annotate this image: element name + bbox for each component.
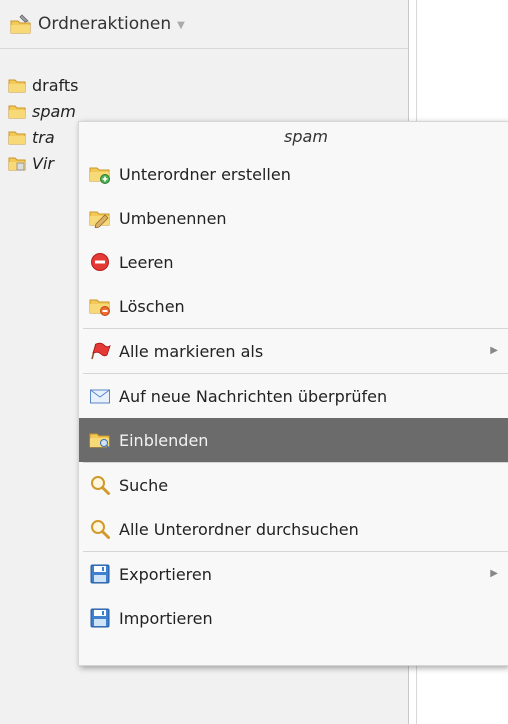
folder-actions-header[interactable]: Ordneraktionen ▼ xyxy=(0,0,408,48)
folder-add-icon xyxy=(89,164,111,184)
menu-item-label: Löschen xyxy=(119,296,185,316)
menu-item-export[interactable]: Exportieren ▶ xyxy=(79,552,508,596)
folder-label: drafts xyxy=(32,75,79,95)
chevron-down-icon: ▼ xyxy=(177,19,185,31)
folder-icon xyxy=(8,77,26,93)
menu-item-import[interactable]: Importieren xyxy=(79,596,508,640)
folder-actions-icon xyxy=(10,13,32,35)
folder-list: drafts spam tra Vir xyxy=(8,72,79,176)
menu-item-label: Importieren xyxy=(119,608,213,628)
folder-view-icon xyxy=(89,430,111,450)
menu-item-label: Umbenennen xyxy=(119,208,227,228)
menu-item-search[interactable]: Suche xyxy=(79,463,508,507)
folder-icon xyxy=(8,103,26,119)
folder-item-spam[interactable]: spam xyxy=(8,98,79,124)
menu-item-label: Einblenden xyxy=(119,430,209,450)
save-icon xyxy=(89,608,111,628)
folder-label: spam xyxy=(32,101,76,121)
folder-delete-icon xyxy=(89,296,111,316)
save-icon xyxy=(89,564,111,584)
menu-item-empty[interactable]: Leeren xyxy=(79,240,508,284)
menu-item-label: Auf neue Nachrichten überprüfen xyxy=(119,386,388,406)
search-subfolders-icon xyxy=(89,519,111,539)
menu-item-create-subfolder[interactable]: Unterordner erstellen xyxy=(79,152,508,196)
menu-item-label: Leeren xyxy=(119,252,174,272)
menu-item-label: Suche xyxy=(119,475,169,495)
menu-item-label: Exportieren xyxy=(119,564,212,584)
context-menu-title: spam xyxy=(284,127,328,146)
menu-item-mark-all-as[interactable]: Alle markieren als ▶ xyxy=(79,329,508,373)
menu-item-search-all-subfolders[interactable]: Alle Unterordner durchsuchen xyxy=(79,507,508,551)
folder-item-trash[interactable]: tra xyxy=(8,124,79,150)
menu-item-label: Alle markieren als xyxy=(119,341,264,361)
header-separator xyxy=(0,48,408,49)
menu-item-check-new-messages[interactable]: Auf neue Nachrichten überprüfen xyxy=(79,374,508,418)
folder-label: tra xyxy=(32,127,55,147)
menu-item-show[interactable]: Einblenden xyxy=(79,418,508,462)
search-icon xyxy=(89,475,111,495)
menu-item-delete[interactable]: Löschen xyxy=(79,284,508,328)
menu-item-label: Alle Unterordner durchsuchen xyxy=(119,519,359,539)
folder-actions-title: Ordneraktionen xyxy=(38,14,172,34)
empty-icon xyxy=(89,252,111,272)
folder-label: Vir xyxy=(32,153,54,173)
submenu-arrow-icon: ▶ xyxy=(490,568,498,579)
folder-rename-icon xyxy=(89,208,111,228)
menu-item-label: Unterordner erstellen xyxy=(119,164,291,184)
virtual-folder-icon xyxy=(8,155,26,171)
envelope-icon xyxy=(89,386,111,406)
menu-item-rename[interactable]: Umbenennen xyxy=(79,196,508,240)
folder-icon xyxy=(8,129,26,145)
folder-item-virtual[interactable]: Vir xyxy=(8,150,79,176)
folder-context-menu: spam Unterordner erstellen Umbenennen Le… xyxy=(78,121,508,666)
folder-item-drafts[interactable]: drafts xyxy=(8,72,79,98)
flag-icon xyxy=(89,341,111,361)
submenu-arrow-icon: ▶ xyxy=(490,345,498,356)
